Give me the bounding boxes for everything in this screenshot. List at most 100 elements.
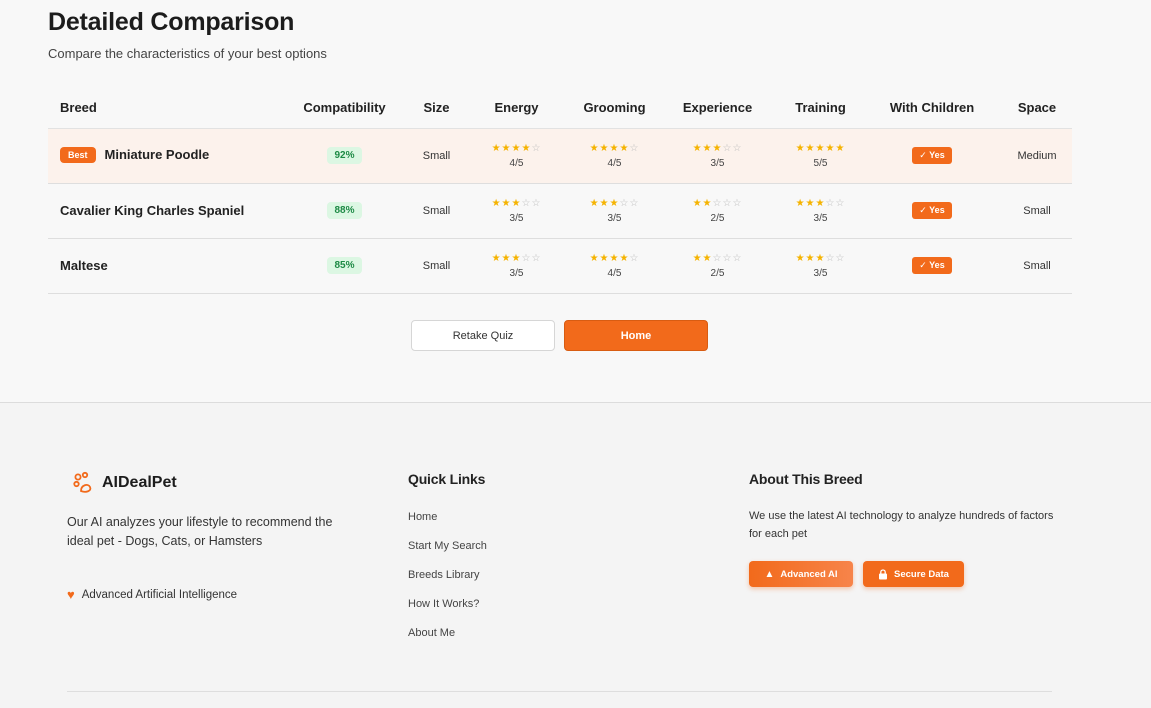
star-rating: ★★★☆☆ — [460, 198, 573, 210]
with-children-cell: ✓ Yes — [862, 128, 1002, 184]
star-empty-icon: ☆ — [629, 252, 640, 264]
star-filled-icon: ★ — [501, 142, 512, 154]
star-rating: ★★★☆☆ — [656, 143, 779, 155]
grooming-rating-cell: ★★★★☆ 4/5 — [573, 238, 656, 294]
breed-cell: Cavalier King Charles Spaniel — [48, 183, 276, 239]
home-button[interactable]: Home — [564, 320, 708, 351]
star-filled-icon: ★ — [511, 197, 522, 209]
training-rating-cell: ★★★☆☆ 3/5 — [779, 183, 862, 239]
star-filled-icon: ★ — [589, 197, 600, 209]
with-children-cell: ✓ Yes — [862, 238, 1002, 294]
star-empty-icon: ☆ — [619, 197, 630, 209]
compatibility-badge: 92% — [327, 147, 362, 164]
column-header-with-children: With Children — [862, 88, 1002, 129]
star-rating: ★★☆☆☆ — [656, 198, 779, 210]
column-header-grooming: Grooming — [573, 88, 656, 129]
star-rating: ★★★★☆ — [573, 253, 656, 265]
footer-link-how-it-works[interactable]: How It Works? — [408, 597, 487, 626]
breed-name: Maltese — [60, 258, 108, 273]
rating-value: 3/5 — [607, 212, 622, 224]
star-filled-icon: ★ — [815, 252, 826, 264]
star-filled-icon: ★ — [692, 197, 703, 209]
star-filled-icon: ★ — [702, 142, 713, 154]
yes-badge: ✓ Yes — [912, 202, 952, 219]
star-empty-icon: ☆ — [531, 197, 542, 209]
page-subtitle: Compare the characteristics of your best… — [48, 46, 327, 61]
star-empty-icon: ☆ — [531, 142, 542, 154]
rating-value: 2/5 — [710, 267, 725, 279]
star-filled-icon: ★ — [511, 252, 522, 264]
table-row: Best Miniature Poodle 92% Small ★★★★☆ 4/5 ★★★★… — [48, 128, 1072, 184]
star-filled-icon: ★ — [825, 142, 836, 154]
compatibility-cell: 92% — [276, 128, 413, 184]
experience-rating-cell: ★★★☆☆ 3/5 — [656, 128, 779, 184]
about-title: About This Breed — [749, 471, 863, 487]
rating-value: 4/5 — [509, 157, 524, 169]
comparison-table-body: Best Miniature Poodle 92% Small ★★★★☆ 4/5 ★★★★… — [48, 128, 1072, 294]
star-rating: ★★☆☆☆ — [656, 253, 779, 265]
triangle-icon: ▲ — [764, 568, 775, 580]
compatibility-cell: 88% — [276, 183, 413, 239]
training-rating-cell: ★★★★★ 5/5 — [779, 128, 862, 184]
star-filled-icon: ★ — [589, 142, 600, 154]
retake-quiz-button[interactable]: Retake Quiz — [411, 320, 555, 351]
breed-cell: Best Miniature Poodle — [48, 128, 276, 184]
star-rating: ★★★☆☆ — [779, 253, 862, 265]
star-empty-icon: ☆ — [531, 252, 542, 264]
star-filled-icon: ★ — [609, 252, 620, 264]
compatibility-cell: 85% — [276, 238, 413, 294]
star-filled-icon: ★ — [609, 142, 620, 154]
lock-icon — [879, 568, 888, 579]
footer-tagline: Our AI analyzes your lifestyle to recomm… — [67, 515, 333, 548]
comparison-section: Detailed Comparison Compare the characte… — [0, 0, 1151, 403]
footer-logo[interactable]: AIDealPet — [72, 471, 177, 495]
yes-badge: ✓ Yes — [912, 147, 952, 164]
about-text: We use the latest AI technology to analy… — [749, 510, 1054, 540]
advanced-ai-label: Advanced AI — [780, 568, 838, 580]
star-empty-icon: ☆ — [835, 197, 846, 209]
space-cell: Medium — [1002, 128, 1072, 184]
energy-rating-cell: ★★★★☆ 4/5 — [460, 128, 573, 184]
star-empty-icon: ☆ — [712, 197, 723, 209]
rating-value: 5/5 — [813, 157, 828, 169]
column-header-compatibility: Compatibility — [276, 88, 413, 129]
experience-rating-cell: ★★☆☆☆ 2/5 — [656, 238, 779, 294]
star-filled-icon: ★ — [835, 142, 846, 154]
footer-link-about-me[interactable]: About Me — [408, 626, 487, 655]
rating-value: 4/5 — [607, 267, 622, 279]
star-empty-icon: ☆ — [732, 252, 743, 264]
footer-link-start-search[interactable]: Start My Search — [408, 539, 487, 568]
star-rating: ★★★★☆ — [460, 143, 573, 155]
star-empty-icon: ☆ — [825, 197, 836, 209]
star-empty-icon: ☆ — [521, 197, 532, 209]
star-filled-icon: ★ — [795, 252, 806, 264]
star-filled-icon: ★ — [702, 252, 713, 264]
energy-rating-cell: ★★★☆☆ 3/5 — [460, 238, 573, 294]
star-rating: ★★★☆☆ — [573, 198, 656, 210]
star-filled-icon: ★ — [501, 197, 512, 209]
footer-divider — [67, 691, 1052, 692]
paw-icon — [73, 471, 92, 493]
footer-link-breeds-library[interactable]: Breeds Library — [408, 568, 487, 597]
star-rating: ★★★★★ — [779, 143, 862, 155]
star-empty-icon: ☆ — [629, 142, 640, 154]
star-empty-icon: ☆ — [732, 197, 743, 209]
rating-value: 3/5 — [813, 212, 828, 224]
secure-data-label: Secure Data — [894, 568, 949, 580]
star-filled-icon: ★ — [521, 142, 532, 154]
footer-link-home[interactable]: Home — [408, 510, 487, 539]
star-filled-icon: ★ — [805, 197, 816, 209]
star-filled-icon: ★ — [702, 197, 713, 209]
star-filled-icon: ★ — [692, 142, 703, 154]
star-filled-icon: ★ — [599, 252, 610, 264]
rating-value: 3/5 — [509, 212, 524, 224]
star-empty-icon: ☆ — [835, 252, 846, 264]
advanced-ai-badge: ▲ Advanced AI — [749, 561, 853, 587]
star-filled-icon: ★ — [815, 197, 826, 209]
secure-data-badge: Secure Data — [863, 561, 964, 587]
column-header-experience: Experience — [656, 88, 779, 129]
star-filled-icon: ★ — [619, 252, 630, 264]
star-filled-icon: ★ — [599, 197, 610, 209]
star-filled-icon: ★ — [511, 142, 522, 154]
star-empty-icon: ☆ — [521, 252, 532, 264]
